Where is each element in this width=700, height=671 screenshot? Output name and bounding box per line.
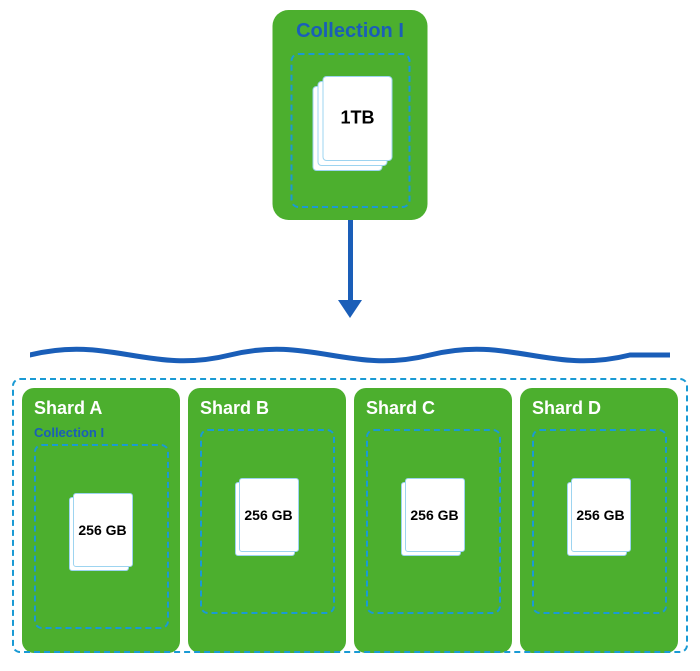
shard-box-d: Shard D 256 GB — [520, 388, 678, 653]
shard-box-a: Shard A Collection I 256 GB — [22, 388, 180, 653]
shard-a-doc-1: 256 GB — [73, 493, 133, 567]
shard-c-doc-1: 256 GB — [405, 478, 465, 552]
doc-page-1: 1TB — [323, 76, 393, 161]
shard-c-size: 256 GB — [410, 507, 458, 523]
shard-b-doc-1: 256 GB — [239, 478, 299, 552]
doc-stack-top: 1TB — [313, 86, 388, 176]
shards-row: Shard A Collection I 256 GB Shard B 256 … — [10, 388, 690, 653]
shard-a-doc-stack: 256 GB — [69, 497, 134, 577]
docs-container-top: 1TB — [290, 53, 410, 208]
shard-box-c: Shard C 256 GB — [354, 388, 512, 653]
shard-b-doc-stack: 256 GB — [235, 482, 300, 562]
shard-d-docs: 256 GB — [532, 429, 667, 614]
shard-c-doc-stack: 256 GB — [401, 482, 466, 562]
arrow-head — [338, 300, 362, 318]
arrow-line — [348, 220, 353, 300]
collection-top-box: Collection I 1TB — [273, 10, 428, 220]
shard-a-size: 256 GB — [78, 522, 126, 538]
shard-a-docs: 256 GB — [34, 444, 169, 629]
shard-d-size: 256 GB — [576, 507, 624, 523]
shard-c-docs: 256 GB — [366, 429, 501, 614]
shard-d-label: Shard D — [532, 398, 601, 419]
wavy-line — [30, 330, 670, 380]
shard-d-doc-stack: 256 GB — [567, 482, 632, 562]
shard-d-doc-1: 256 GB — [571, 478, 631, 552]
collection-top-label: Collection I — [296, 20, 404, 43]
shard-c-label: Shard C — [366, 398, 435, 419]
shard-b-docs: 256 GB — [200, 429, 335, 614]
shard-a-label: Shard A — [34, 398, 102, 419]
shard-box-b: Shard B 256 GB — [188, 388, 346, 653]
arrow-down — [338, 220, 362, 318]
shard-a-collection-label: Collection I — [34, 425, 104, 440]
shard-b-label: Shard B — [200, 398, 269, 419]
collection-top-size: 1TB — [340, 108, 374, 129]
shard-b-size: 256 GB — [244, 507, 292, 523]
diagram: Collection I 1TB Shard A Collection I — [0, 0, 700, 671]
